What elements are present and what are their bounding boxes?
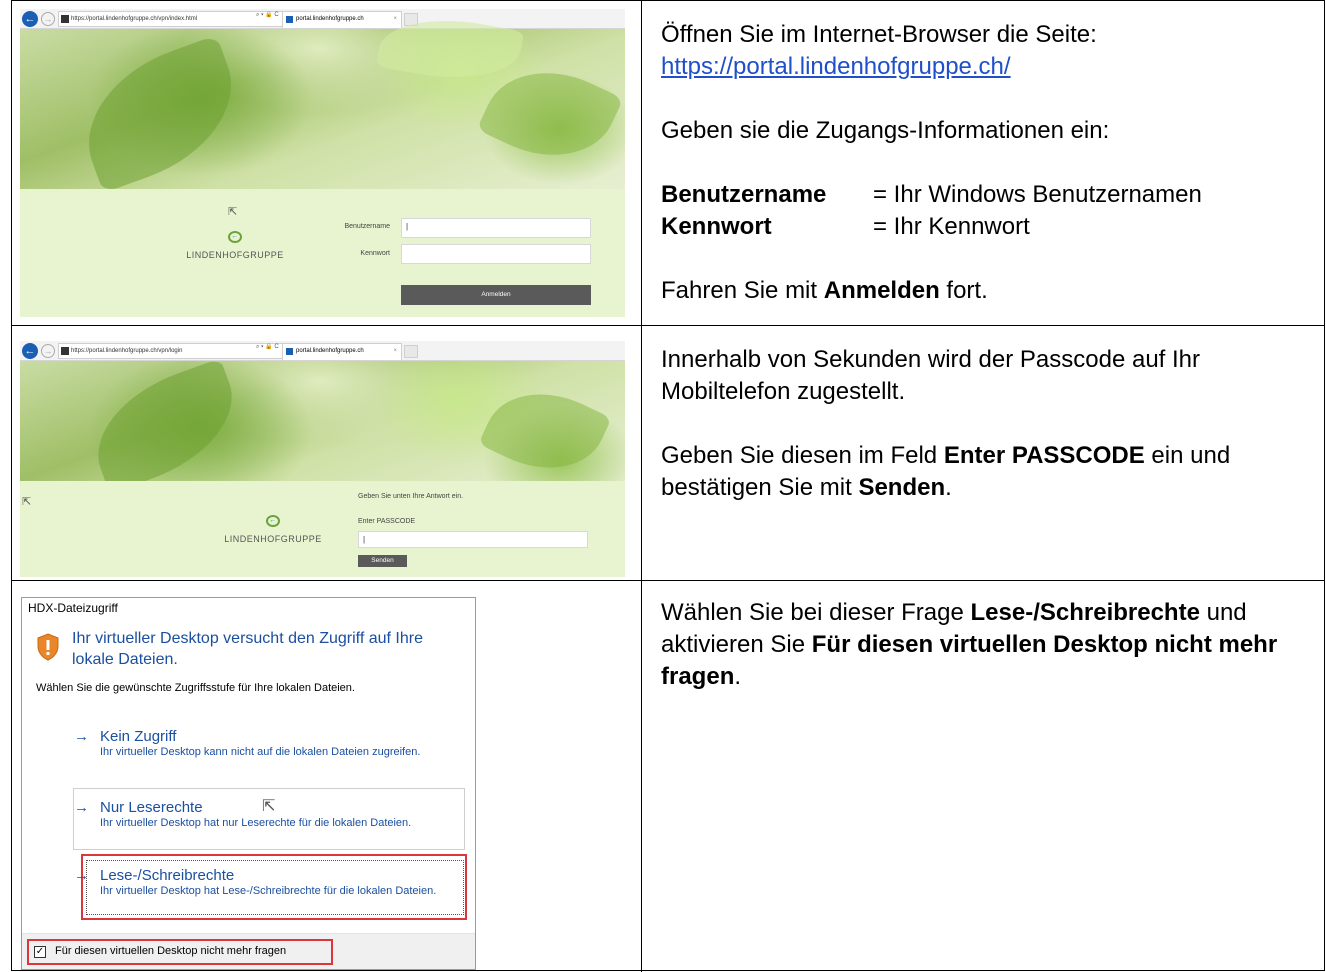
forward-arrow-icon[interactable]: → (41, 344, 55, 358)
browser-toolbar: ← → https://portal.lindenhofgruppe.ch/vp… (20, 9, 625, 29)
continue-text: Fahren Sie mit Anmelden fort. (661, 277, 988, 304)
dialog-heading: Ihr virtueller Desktop versucht den Zugr… (72, 630, 423, 668)
mouse-pointer-icon: ⇱ (228, 206, 238, 218)
column-divider (641, 581, 642, 972)
step-3-row: HDX-Dateizugriff Ihr virtueller Desktop … (12, 581, 1324, 972)
site-icon (61, 15, 69, 23)
passcode-label: Enter PASSCODE (358, 518, 416, 525)
back-arrow-icon[interactable]: ← (22, 343, 38, 359)
mouse-pointer-icon: ⇱ (262, 798, 276, 815)
checkbox-highlight (27, 939, 333, 965)
passcode-screenshot: ← → https://portal.lindenhofgruppe.ch/vp… (20, 341, 625, 577)
option-read-write[interactable]: → Lese-/Schreibrechte Ihr virtueller Desk… (74, 867, 466, 898)
close-tab-icon[interactable]: × (393, 344, 397, 359)
passcode-field[interactable]: | (358, 531, 588, 548)
dialog-subtitle: Wählen Sie die gewünschte Zugriffsstufe … (36, 682, 355, 694)
passcode-form-area: ⇱ ← LINDENHOFGRUPPE Geben Sie unten Ihre… (20, 481, 625, 577)
dialog-title: HDX-Dateizugriff (28, 601, 118, 615)
hdx-file-access-dialog: HDX-Dateizugriff Ihr virtueller Desktop … (21, 597, 476, 970)
right-arrow-icon: → (74, 728, 89, 745)
lindenhof-logo: ← LINDENHOFGRUPPE (224, 515, 322, 544)
username-instruction: Benutzername = Ihr Windows Benutzernamen (661, 181, 1202, 208)
password-label: Kennwort (360, 250, 390, 257)
access-choice-text: Wählen Sie bei dieser Frage Lese-/Schrei… (661, 599, 1278, 690)
tab-title: portal.lindenhofgruppe.ch (296, 16, 364, 22)
login-button[interactable]: Anmelden (401, 285, 591, 305)
dialog-footer: ✓ Für diesen virtuellen Desktop nicht me… (22, 933, 475, 969)
address-tools[interactable]: ⌕ ▾ 🔒 C (256, 343, 279, 351)
username-label: Benutzername (344, 223, 390, 230)
column-divider (641, 326, 642, 580)
login-form-area: ⇱ ← LINDENHOFGRUPPE Benutzername | Kennw… (20, 189, 625, 317)
right-arrow-icon: → (74, 867, 89, 884)
new-tab-button[interactable] (404, 345, 418, 358)
tab-favicon-icon (286, 16, 293, 23)
browser-toolbar: ← → https://portal.lindenhofgruppe.ch/vp… (20, 341, 625, 361)
hero-leaves-image (20, 9, 625, 194)
tab-title: portal.lindenhofgruppe.ch (296, 348, 364, 354)
send-button[interactable]: Senden (358, 555, 407, 567)
step-3-instructions: Wählen Sie bei dieser Frage Lese-/Schrei… (661, 597, 1321, 693)
password-instruction: Kennwort = Ihr Kennwort (661, 213, 1030, 240)
leaf-shape (66, 34, 254, 194)
column-divider (641, 1, 642, 325)
logo-mark-icon: ← (228, 231, 242, 243)
address-url: https://portal.lindenhofgruppe.ch/vpn/lo… (71, 348, 183, 354)
portal-link[interactable]: https://portal.lindenhofgruppe.ch/ (661, 51, 1321, 83)
intro-text: Öffnen Sie im Internet-Browser die Seite… (661, 21, 1097, 48)
instruction-table: ← → https://portal.lindenhofgruppe.ch/vp… (11, 0, 1325, 972)
leaf-shape (79, 358, 251, 494)
mouse-pointer-icon: ⇱ (22, 496, 32, 508)
right-arrow-icon: → (74, 799, 89, 816)
step-2-instructions: Innerhalb von Sekunden wird der Passcode… (661, 344, 1321, 504)
lindenhof-logo: ← LINDENHOFGRUPPE (186, 231, 284, 260)
response-prompt: Geben Sie unten Ihre Antwort ein. (358, 493, 464, 500)
site-icon (61, 347, 69, 355)
step-1-row: ← → https://portal.lindenhofgruppe.ch/vp… (12, 1, 1324, 326)
back-arrow-icon[interactable]: ← (22, 11, 38, 27)
browser-tab[interactable]: portal.lindenhofgruppe.ch × (282, 343, 402, 360)
address-tools[interactable]: ⌕ ▾ 🔒 C (256, 11, 279, 19)
password-field[interactable] (401, 244, 591, 264)
address-url: https://portal.lindenhofgruppe.ch/vpn/in… (71, 16, 198, 22)
leaf-shape (478, 371, 612, 491)
passcode-entry-text: Geben Sie diesen im Feld Enter PASSCODE … (661, 442, 1231, 501)
login-screenshot: ← → https://portal.lindenhofgruppe.ch/vp… (20, 9, 625, 317)
hero-leaves-image (20, 358, 625, 494)
step-1-instructions: Öffnen Sie im Internet-Browser die Seite… (661, 19, 1321, 307)
option-no-access[interactable]: → Kein Zugriff Ihr virtueller Desktop kan… (74, 728, 466, 759)
username-field[interactable]: | (401, 218, 591, 238)
security-shield-icon (37, 633, 59, 661)
logo-mark-icon: ← (266, 515, 280, 527)
forward-arrow-icon[interactable]: → (41, 12, 55, 26)
browser-tab[interactable]: portal.lindenhofgruppe.ch × (282, 11, 402, 28)
passcode-delivery-text: Innerhalb von Sekunden wird der Passcode… (661, 346, 1201, 405)
close-tab-icon[interactable]: × (393, 12, 397, 27)
access-info-text: Geben sie die Zugangs-Informationen ein: (661, 117, 1110, 144)
tab-favicon-icon (286, 348, 293, 355)
step-2-row: ← → https://portal.lindenhofgruppe.ch/vp… (12, 326, 1324, 581)
